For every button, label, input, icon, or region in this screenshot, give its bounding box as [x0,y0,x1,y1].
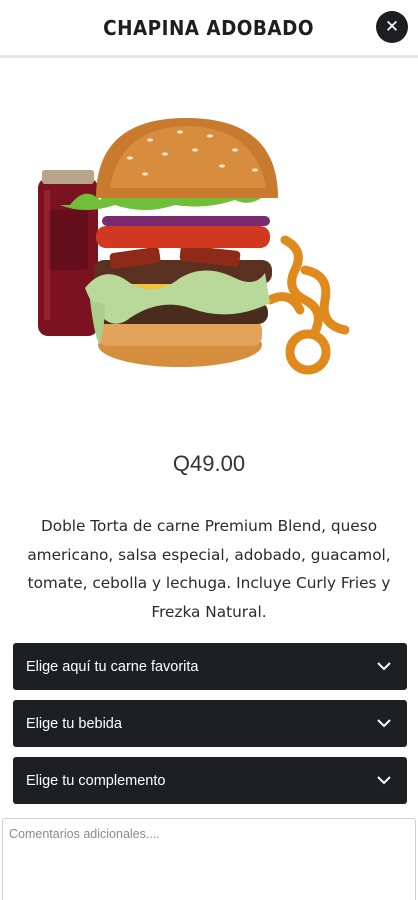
chevron-down-icon [377,719,391,728]
curly-fries [265,235,350,375]
select-meat-label: Elige aquí tu carne favorita [26,658,199,675]
select-drink-label: Elige tu bebida [26,715,122,732]
chevron-down-icon [377,662,391,671]
comments-input[interactable] [2,818,416,900]
close-icon: ✕ [384,16,400,37]
close-button[interactable]: ✕ [376,11,408,43]
product-image [38,118,350,375]
select-drink[interactable]: Elige tu bebida [13,700,407,747]
product-description: Doble Torta de carne Premium Blend, ques… [27,517,391,621]
select-meat[interactable]: Elige aquí tu carne favorita [13,643,407,690]
chevron-down-icon [377,776,391,785]
select-side-label: Elige tu complemento [26,772,166,789]
page-title: CHAPINA ADOBADO [103,15,315,40]
modal-header: CHAPINA ADOBADO ✕ [0,0,418,58]
product-price: Q49.00 [172,451,246,476]
select-side[interactable]: Elige tu complemento [13,757,407,804]
